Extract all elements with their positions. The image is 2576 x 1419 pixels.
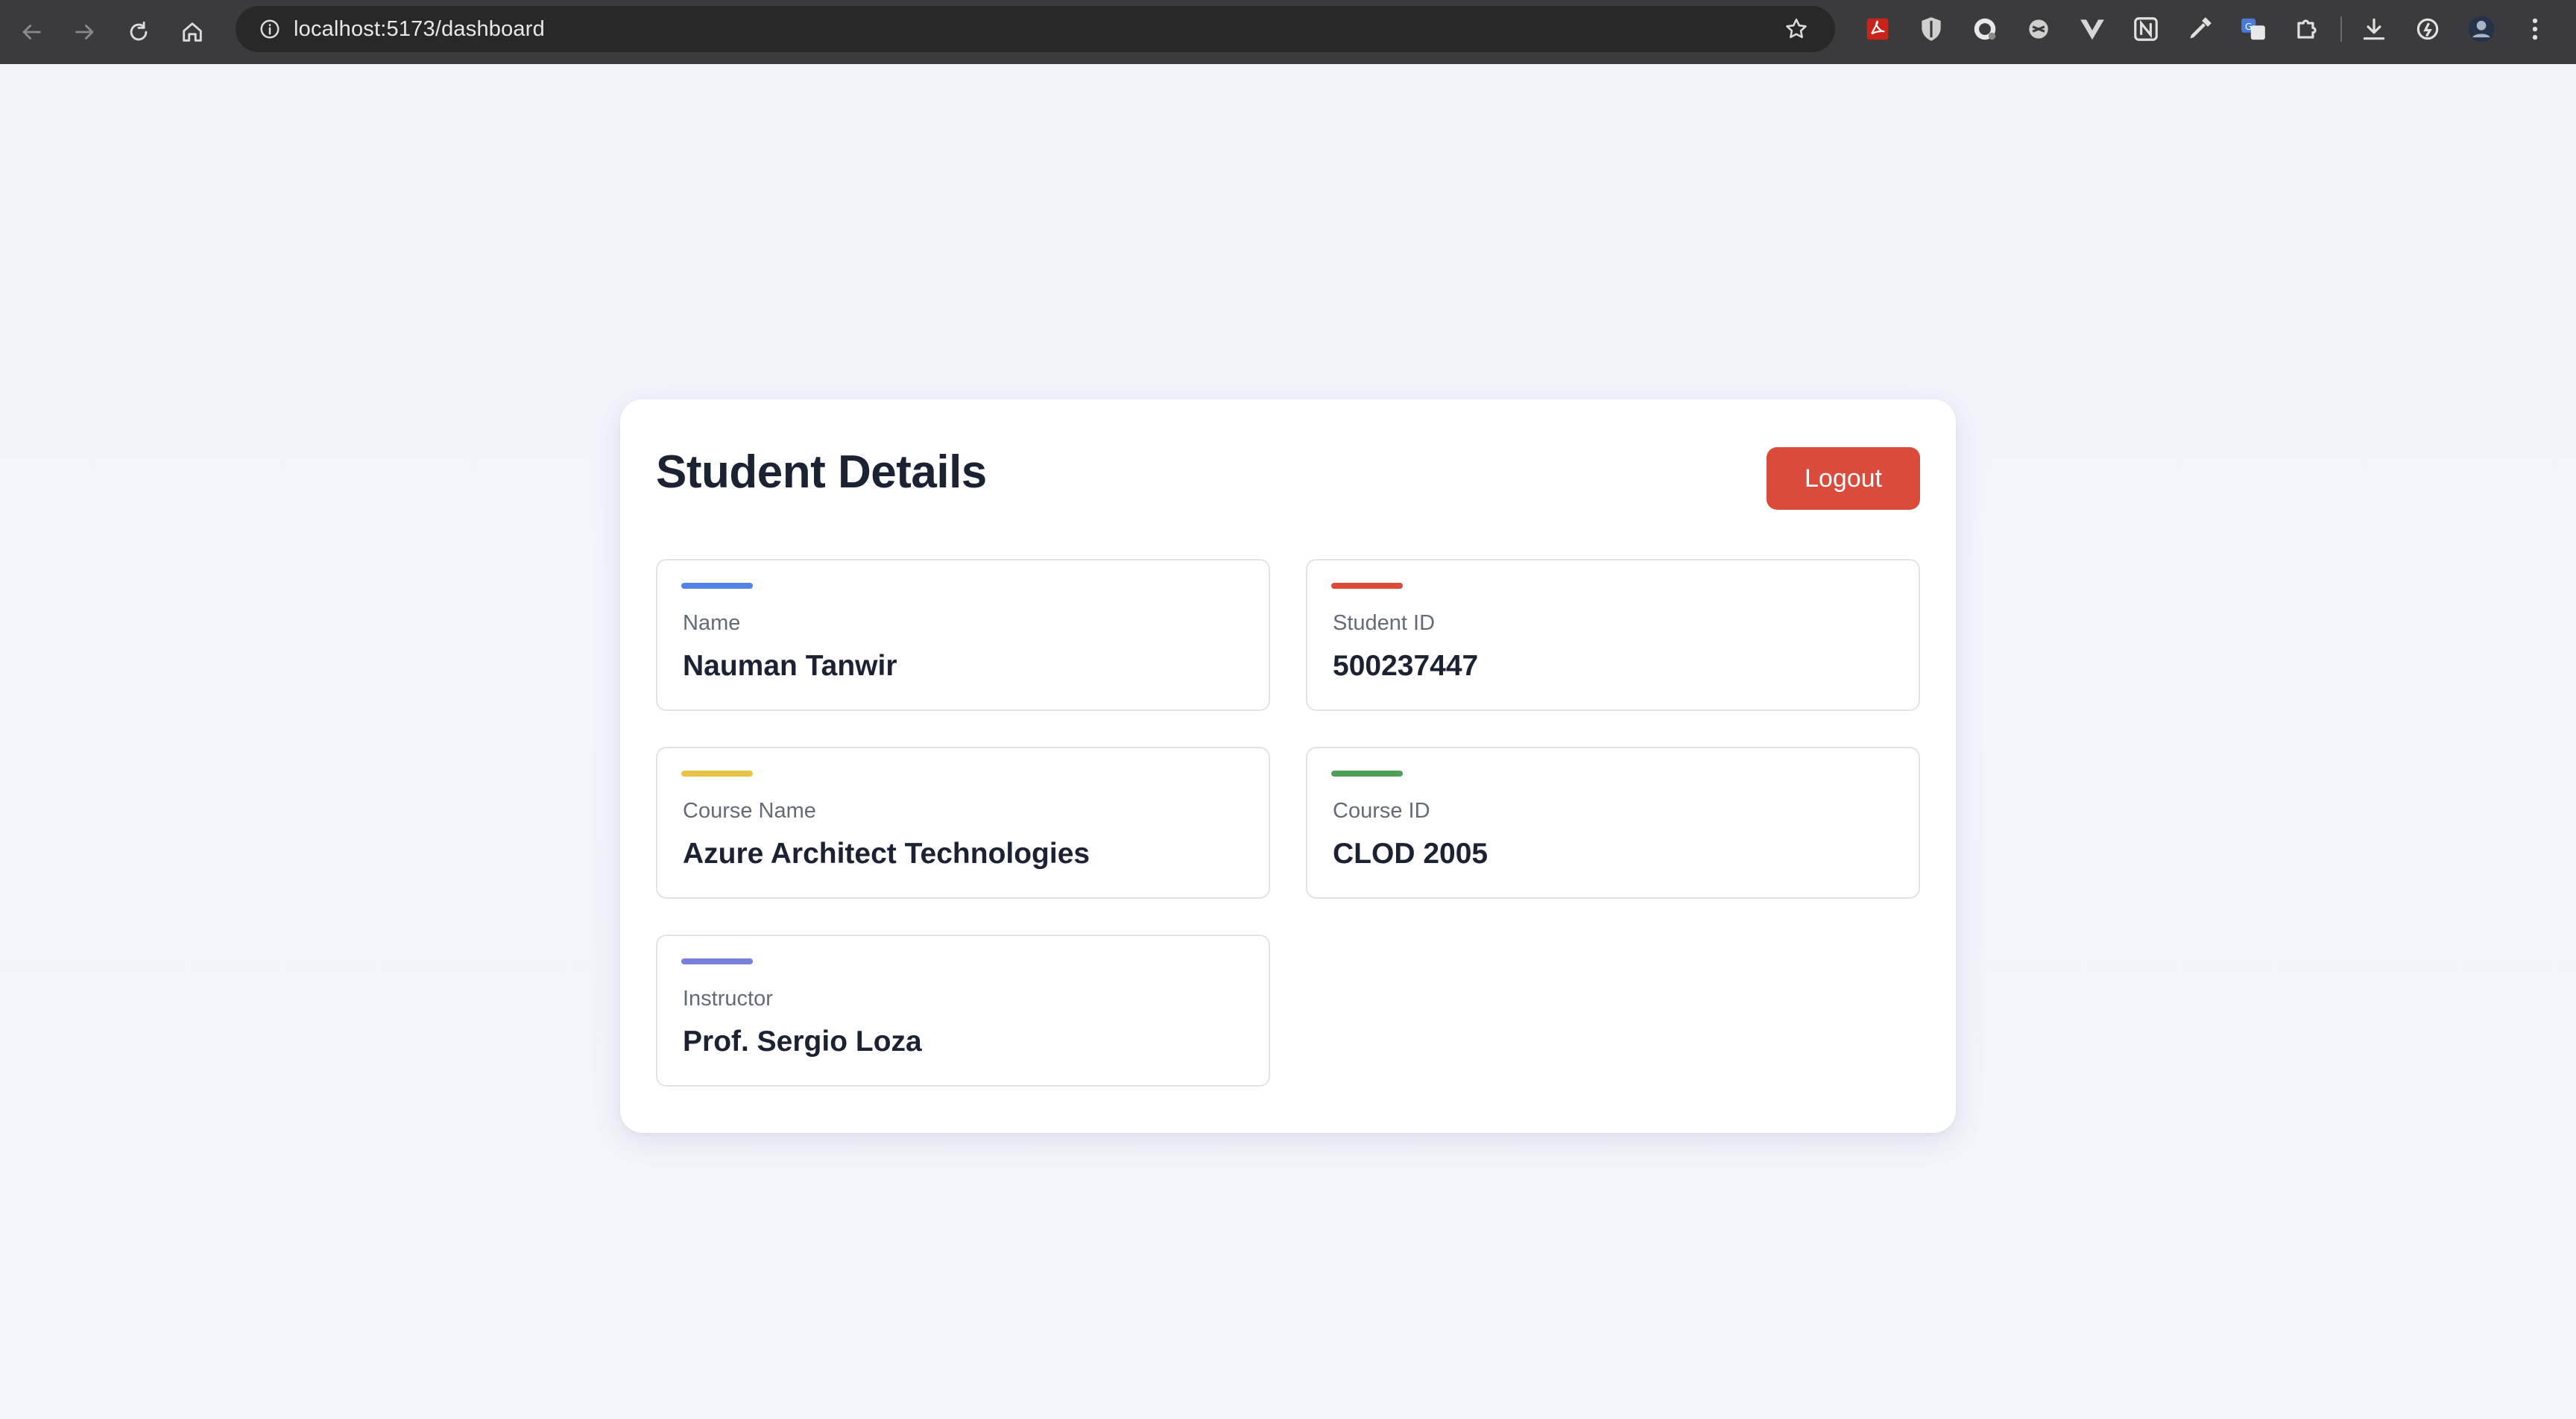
accent-bar: [681, 958, 753, 964]
url-text[interactable]: localhost:5173/dashboard: [294, 17, 545, 42]
field-label: Course Name: [683, 799, 816, 823]
page-title: Student Details: [656, 446, 987, 498]
download-icon[interactable]: [2352, 7, 2396, 51]
translate-icon[interactable]: G: [2232, 7, 2275, 51]
course-name-field-card: Course Name Azure Architect Technologies: [656, 747, 1270, 899]
puzzle-icon[interactable]: [2285, 7, 2329, 51]
field-value: Nauman Tanwir: [683, 650, 897, 682]
field-label: Student ID: [1333, 611, 1436, 635]
site-info-icon[interactable]: [249, 8, 291, 50]
accent-bar: [1331, 583, 1403, 589]
notion-icon[interactable]: [2124, 7, 2168, 51]
svg-text:G: G: [2245, 21, 2253, 32]
dashboard-page: Student Details Logout Name Nauman Tanwi…: [0, 64, 2576, 1419]
student-id-field-card: Student ID 500237447: [1306, 559, 1920, 711]
student-details-card: Student Details Logout Name Nauman Tanwi…: [620, 399, 1956, 1133]
back-icon[interactable]: [10, 11, 52, 53]
toolbar-separator: [2340, 16, 2342, 42]
color-picker-icon[interactable]: [2178, 7, 2221, 51]
extension-icon[interactable]: [1963, 7, 2007, 51]
vue-icon[interactable]: [2071, 7, 2114, 51]
address-bar[interactable]: localhost:5173/dashboard: [236, 6, 1835, 52]
field-value: CLOD 2005: [1333, 838, 1489, 870]
field-value: 500237447: [1333, 650, 1479, 682]
field-label: Course ID: [1333, 799, 1430, 823]
forward-icon[interactable]: [64, 11, 106, 53]
bookmark-star-icon[interactable]: [1780, 13, 1813, 45]
accent-bar: [681, 583, 753, 589]
field-label: Instructor: [683, 987, 773, 1011]
avatar[interactable]: [2460, 7, 2503, 51]
field-value: Prof. Sergio Loza: [683, 1025, 922, 1058]
field-value: Azure Architect Technologies: [683, 838, 1090, 870]
more-icon[interactable]: [2513, 7, 2557, 51]
name-field-card: Name Nauman Tanwir: [656, 559, 1270, 711]
pdf-icon[interactable]: [1856, 7, 1899, 51]
browser-toolbar: localhost:5173/dashboard G: [0, 0, 2576, 64]
course-id-field-card: Course ID CLOD 2005: [1306, 747, 1920, 899]
sync-icon[interactable]: [2406, 7, 2449, 51]
instructor-field-card: Instructor Prof. Sergio Loza: [656, 935, 1270, 1087]
extensions-bar: G: [1856, 7, 2567, 51]
accent-bar: [681, 771, 753, 777]
extension-icon[interactable]: [2017, 7, 2060, 51]
logout-button[interactable]: Logout: [1767, 447, 1920, 510]
shield-icon[interactable]: [1910, 7, 1953, 51]
field-label: Name: [683, 611, 741, 635]
reload-icon[interactable]: [118, 11, 160, 53]
home-icon[interactable]: [171, 11, 213, 53]
accent-bar: [1331, 771, 1403, 777]
